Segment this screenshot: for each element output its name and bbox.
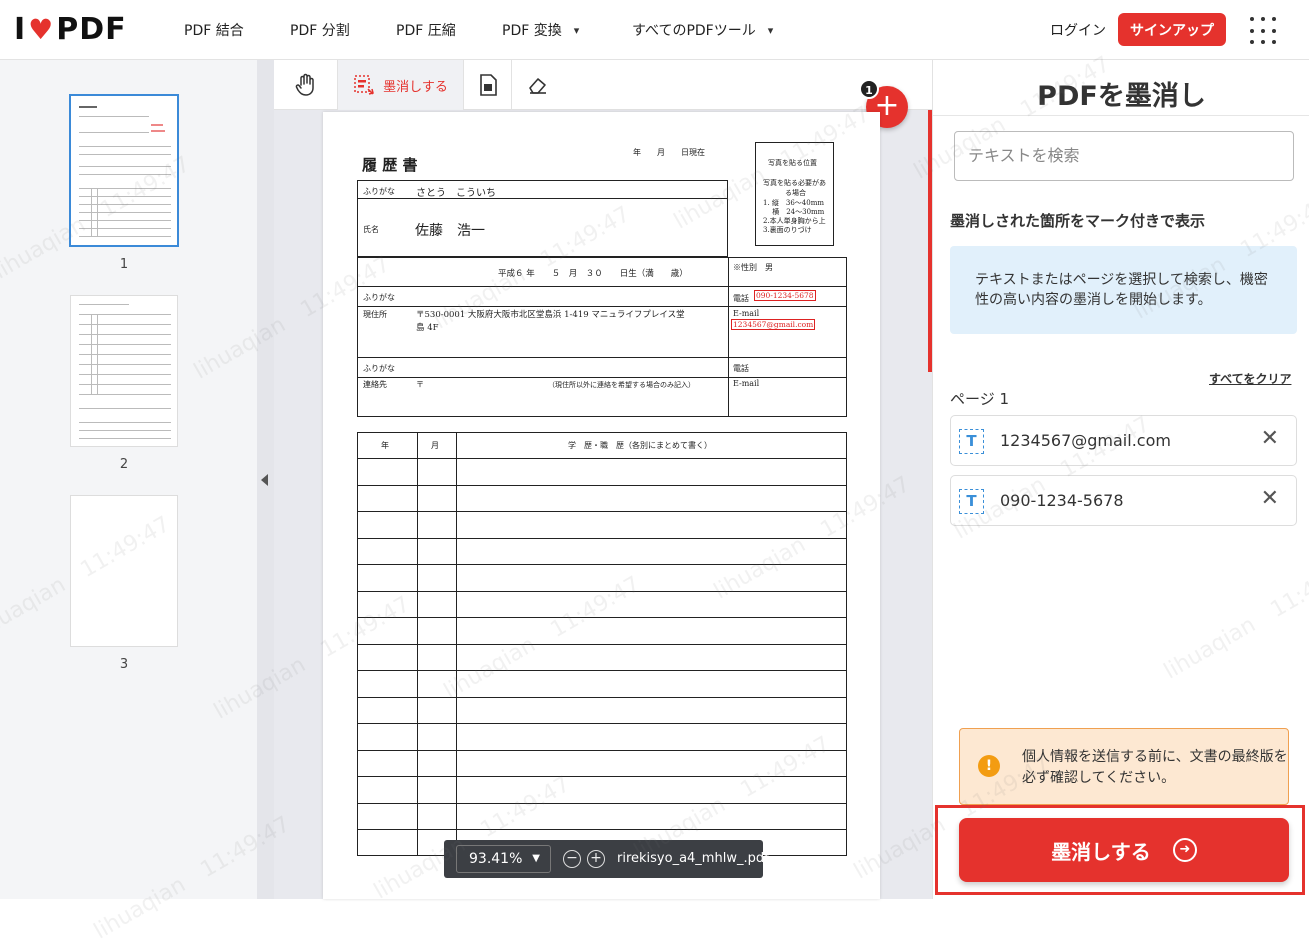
warning-icon: ! [978, 755, 1000, 777]
heart-icon: ♥ [28, 13, 55, 46]
viewer-toolbar: 墨消しする [274, 60, 932, 110]
redact-area-icon [354, 75, 375, 95]
zoom-select[interactable]: 93.41% ▼ [456, 845, 551, 873]
page-thumbnails: 1 2 3 [0, 60, 257, 899]
panel-subtitle: 墨消しされた箇所をマーク付きで表示 [950, 212, 1206, 230]
arrow-right-icon: ➜ [1172, 838, 1197, 862]
thumbnail-label: 1 [119, 257, 129, 272]
chevron-down-icon: ▼ [532, 853, 540, 864]
logo-text: PDF [56, 12, 127, 47]
redaction-item[interactable]: T 090-1234-5678 ✕ [950, 475, 1297, 526]
history-row-line [357, 802, 847, 804]
eraser-button[interactable] [512, 60, 564, 110]
eraser-icon [529, 78, 546, 94]
ilovepdf-logo[interactable]: I ♥ PDF [14, 12, 127, 47]
history-row-line [357, 511, 847, 512]
close-icon[interactable]: ✕ [1261, 426, 1279, 451]
thumbnail-label: 3 [119, 657, 129, 672]
nav-split[interactable]: PDF 分割 [290, 20, 350, 40]
apps-grid-icon[interactable] [1250, 17, 1278, 45]
text-icon: T [959, 429, 984, 454]
redact-tool-button[interactable]: 墨消しする [338, 60, 464, 110]
history-row-line [357, 643, 847, 645]
zoom-out-icon[interactable]: − [563, 850, 581, 868]
history-row-line [357, 537, 847, 539]
top-nav: I ♥ PDF PDF 結合 PDF 分割 PDF 圧縮 PDF 変換 ▾ すべてのP… [0, 0, 1309, 60]
doc-date: 年 月 日現在 [633, 148, 705, 157]
zoom-bar: 93.41% ▼ − + rirekisyo_a4_mhlw_.pdf [444, 840, 769, 878]
zoom-in-icon[interactable]: + [587, 850, 605, 868]
redaction-item-text: 090-1234-5678 [1000, 491, 1124, 510]
history-row-line [357, 617, 847, 618]
nav-compress[interactable]: PDF 圧縮 [396, 20, 456, 40]
pan-tool-button[interactable] [274, 60, 338, 110]
file-name: rirekisyo_a4_mhlw_.pdf [617, 851, 769, 866]
warning-text: 個人情報を送信する前に、文書の最終版を必ず確認してください。 [1022, 749, 1288, 786]
history-row-line [357, 723, 847, 724]
applicant-name: 佐藤 浩一 [415, 223, 485, 239]
thumbnail-page-3[interactable] [70, 495, 178, 647]
logo-letter: I [14, 12, 27, 47]
history-row-line [357, 670, 847, 671]
redaction-item[interactable]: T 1234567@gmail.com ✕ [950, 415, 1297, 466]
hand-icon [295, 73, 314, 96]
page-icon [479, 74, 497, 96]
doc-title: 履 歴 書 [362, 156, 418, 174]
redact-tool-label: 墨消しする [383, 79, 448, 95]
redact-panel: PDFを墨消し テキストを検索 墨消しされた箇所をマーク付きで表示 テキストまた… [932, 60, 1309, 899]
thumbnail-page-1[interactable] [69, 94, 179, 247]
thumbnail-label: 2 [119, 457, 129, 472]
history-row-line [357, 776, 847, 777]
redact-submit-button[interactable]: 墨消しする ➜ [959, 818, 1289, 882]
panel-title: PDFを墨消し [1037, 81, 1206, 112]
history-row-line [357, 458, 847, 459]
redacted-email: 1234567@gmail.com [731, 319, 816, 330]
history-row-line [357, 696, 847, 698]
nav-all-tools[interactable]: すべてのPDFツール ▾ [632, 20, 773, 40]
clear-all-link[interactable]: すべてをクリア [1209, 370, 1291, 387]
pdf-page: 履 歴 書 年 月 日現在 写真を貼る位置 写真を貼る必要があ る場合 1. 縦… [323, 112, 880, 899]
history-row-line [357, 749, 847, 751]
history-row-line [357, 564, 847, 565]
redacted-phone: 090-1234-5678 [754, 290, 816, 301]
close-icon[interactable]: ✕ [1261, 486, 1279, 511]
chevron-left-icon [261, 474, 268, 486]
login-link[interactable]: ログイン [1050, 20, 1106, 40]
signup-button[interactable]: サインアップ [1118, 13, 1226, 46]
nav-convert[interactable]: PDF 変換 ▾ [502, 20, 579, 40]
history-row-line [357, 829, 847, 830]
search-input[interactable]: テキストを検索 [954, 131, 1294, 181]
text-icon: T [959, 489, 984, 514]
warning-box: ! 個人情報を送信する前に、文書の最終版を必ず確認してください。 [959, 728, 1289, 805]
history-row-line [357, 484, 847, 486]
chevron-down-icon: ▾ [573, 23, 580, 37]
chevron-down-icon: ▾ [767, 23, 774, 37]
redaction-item-text: 1234567@gmail.com [1000, 431, 1171, 450]
nav-merge[interactable]: PDF 結合 [184, 20, 244, 40]
collapse-sidebar-handle[interactable] [257, 60, 274, 899]
page-redact-button[interactable] [464, 60, 512, 110]
history-row-line [357, 590, 847, 592]
redaction-count-badge: 1 [859, 79, 879, 99]
info-box: テキストまたはページを選択して検索し、機密性の高い内容の墨消しを開始します。 [950, 246, 1297, 334]
thumbnail-page-2[interactable] [70, 295, 178, 447]
page-group-label: ページ 1 [950, 390, 1010, 408]
